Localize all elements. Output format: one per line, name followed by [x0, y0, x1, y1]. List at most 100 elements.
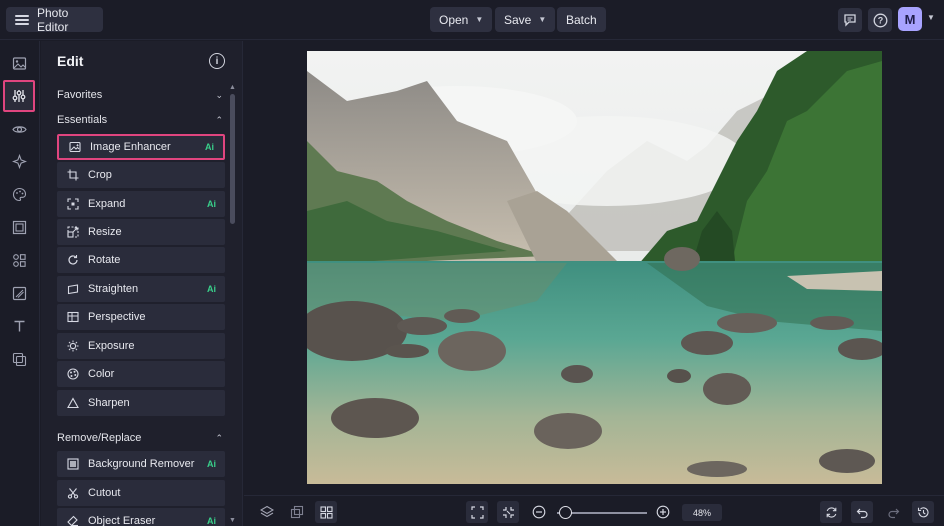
- landscape-photo: [307, 51, 882, 484]
- tool-background-remover[interactable]: Background Remover Ai: [57, 451, 225, 477]
- tool-resize[interactable]: Resize: [57, 219, 225, 245]
- help-button[interactable]: ?: [868, 8, 892, 32]
- section-label: Essentials: [57, 114, 108, 126]
- ai-badge: Ai: [207, 516, 216, 526]
- scroll-down-icon[interactable]: ▼: [229, 517, 236, 524]
- background-remover-icon: [67, 458, 79, 470]
- history-icon: [917, 506, 929, 517]
- actual-size-button[interactable]: [497, 501, 519, 523]
- rail-edit-adjust-icon[interactable]: [3, 80, 35, 112]
- photo-canvas[interactable]: [307, 51, 882, 484]
- scissors-icon: [67, 487, 79, 499]
- tool-cutout[interactable]: Cutout: [57, 480, 225, 506]
- open-label: Open: [439, 12, 469, 27]
- tool-label: Perspective: [88, 311, 146, 323]
- tool-label: Background Remover: [88, 458, 195, 470]
- tool-crop[interactable]: Crop: [57, 162, 225, 188]
- chevron-down-icon: ▼: [475, 15, 484, 24]
- section-remove-replace[interactable]: Remove/Replace ⌃: [57, 432, 223, 444]
- zoom-in-button[interactable]: [652, 501, 674, 523]
- app-title: Photo Editor: [36, 5, 69, 34]
- undo-button[interactable]: [851, 501, 873, 523]
- avatar[interactable]: M: [898, 7, 922, 31]
- rail-text-icon[interactable]: [7, 314, 31, 338]
- tool-exposure[interactable]: Exposure: [57, 333, 225, 359]
- section-favorites[interactable]: Favorites ⌄: [57, 89, 223, 101]
- main-menu-button[interactable]: Photo Editor: [6, 5, 103, 34]
- palette-icon: [12, 187, 26, 201]
- image-enhancer-icon: [69, 141, 81, 153]
- info-icon[interactable]: i: [209, 53, 225, 69]
- chevron-down-icon: ⌄: [215, 89, 223, 100]
- chevron-up-icon: ⌃: [215, 432, 223, 443]
- zoom-out-button[interactable]: [528, 501, 550, 523]
- canvas-area: [244, 41, 944, 495]
- redo-button[interactable]: [882, 501, 904, 523]
- feedback-button[interactable]: [838, 8, 862, 32]
- rail-sparkle-icon[interactable]: [7, 149, 31, 173]
- tool-label: Crop: [88, 169, 112, 181]
- tool-perspective[interactable]: Perspective: [57, 304, 225, 330]
- refresh-icon: [826, 506, 836, 518]
- overlay-icon: [12, 286, 26, 300]
- rail-frame-icon[interactable]: [7, 215, 31, 239]
- tool-rotate[interactable]: Rotate: [57, 247, 225, 273]
- grid-button[interactable]: [315, 501, 337, 523]
- tool-expand[interactable]: Expand Ai: [57, 191, 225, 217]
- ai-badge: Ai: [207, 459, 216, 469]
- zoom-value[interactable]: 48%: [682, 504, 722, 521]
- panel-scrollbar[interactable]: [230, 94, 235, 224]
- section-label: Remove/Replace: [57, 432, 142, 444]
- edit-panel: Edit i Favorites ⌄ Essentials ⌃ Image En…: [41, 41, 243, 526]
- batch-label: Batch: [566, 12, 597, 27]
- tool-label: Sharpen: [88, 397, 130, 409]
- redo-icon: [887, 508, 899, 518]
- tool-straighten[interactable]: Straighten Ai: [57, 276, 225, 302]
- scroll-up-icon[interactable]: ▲: [229, 84, 236, 91]
- save-button[interactable]: Save ▼: [495, 7, 556, 32]
- tool-label: Object Eraser: [88, 515, 156, 526]
- tool-label: Resize: [88, 226, 122, 238]
- hamburger-icon: [15, 13, 29, 27]
- rail-graphics-icon[interactable]: [7, 248, 31, 272]
- compare-icon: [290, 505, 304, 519]
- stickers-icon: [12, 352, 26, 366]
- rail-image-icon[interactable]: [7, 51, 31, 75]
- rail-eye-icon[interactable]: [7, 117, 31, 141]
- tool-label: Color: [88, 368, 115, 380]
- panel-title: Edit: [57, 53, 84, 69]
- ai-badge: Ai: [207, 284, 216, 294]
- save-label: Save: [504, 12, 532, 27]
- rail-overlay-icon[interactable]: [7, 281, 31, 305]
- bottom-toolbar: 48%: [244, 495, 944, 526]
- tool-color[interactable]: Color: [57, 361, 225, 387]
- expand-icon: [67, 198, 79, 210]
- section-essentials[interactable]: Essentials ⌃: [57, 114, 223, 126]
- tool-image-enhancer[interactable]: Image Enhancer Ai: [57, 134, 225, 160]
- tool-label: Image Enhancer: [90, 141, 171, 153]
- tool-sharpen[interactable]: Sharpen: [57, 390, 225, 416]
- history-button[interactable]: [912, 501, 934, 523]
- tool-object-eraser[interactable]: Object Eraser Ai: [57, 508, 225, 526]
- batch-button[interactable]: Batch: [557, 7, 606, 32]
- sharpen-icon: [67, 397, 79, 409]
- svg-text:?: ?: [877, 15, 883, 25]
- fit-to-screen-button[interactable]: [466, 501, 488, 523]
- image-icon: [12, 56, 26, 70]
- graphics-icon: [12, 253, 26, 267]
- chevron-down-icon[interactable]: ▼: [927, 13, 935, 22]
- help-icon: ?: [873, 13, 887, 27]
- refresh-button[interactable]: [820, 501, 842, 523]
- rail-stickers-icon[interactable]: [7, 347, 31, 371]
- shrink-icon: [502, 506, 514, 518]
- layers-button[interactable]: [256, 501, 278, 523]
- frame-icon: [12, 220, 26, 234]
- text-icon: [14, 320, 24, 331]
- rail-palette-icon[interactable]: [7, 182, 31, 206]
- eye-icon: [11, 125, 27, 133]
- compare-button[interactable]: [286, 501, 308, 523]
- open-button[interactable]: Open ▼: [430, 7, 493, 32]
- zoom-slider-handle[interactable]: [559, 506, 572, 519]
- resize-icon: [67, 226, 79, 238]
- object-eraser-icon: [67, 515, 79, 526]
